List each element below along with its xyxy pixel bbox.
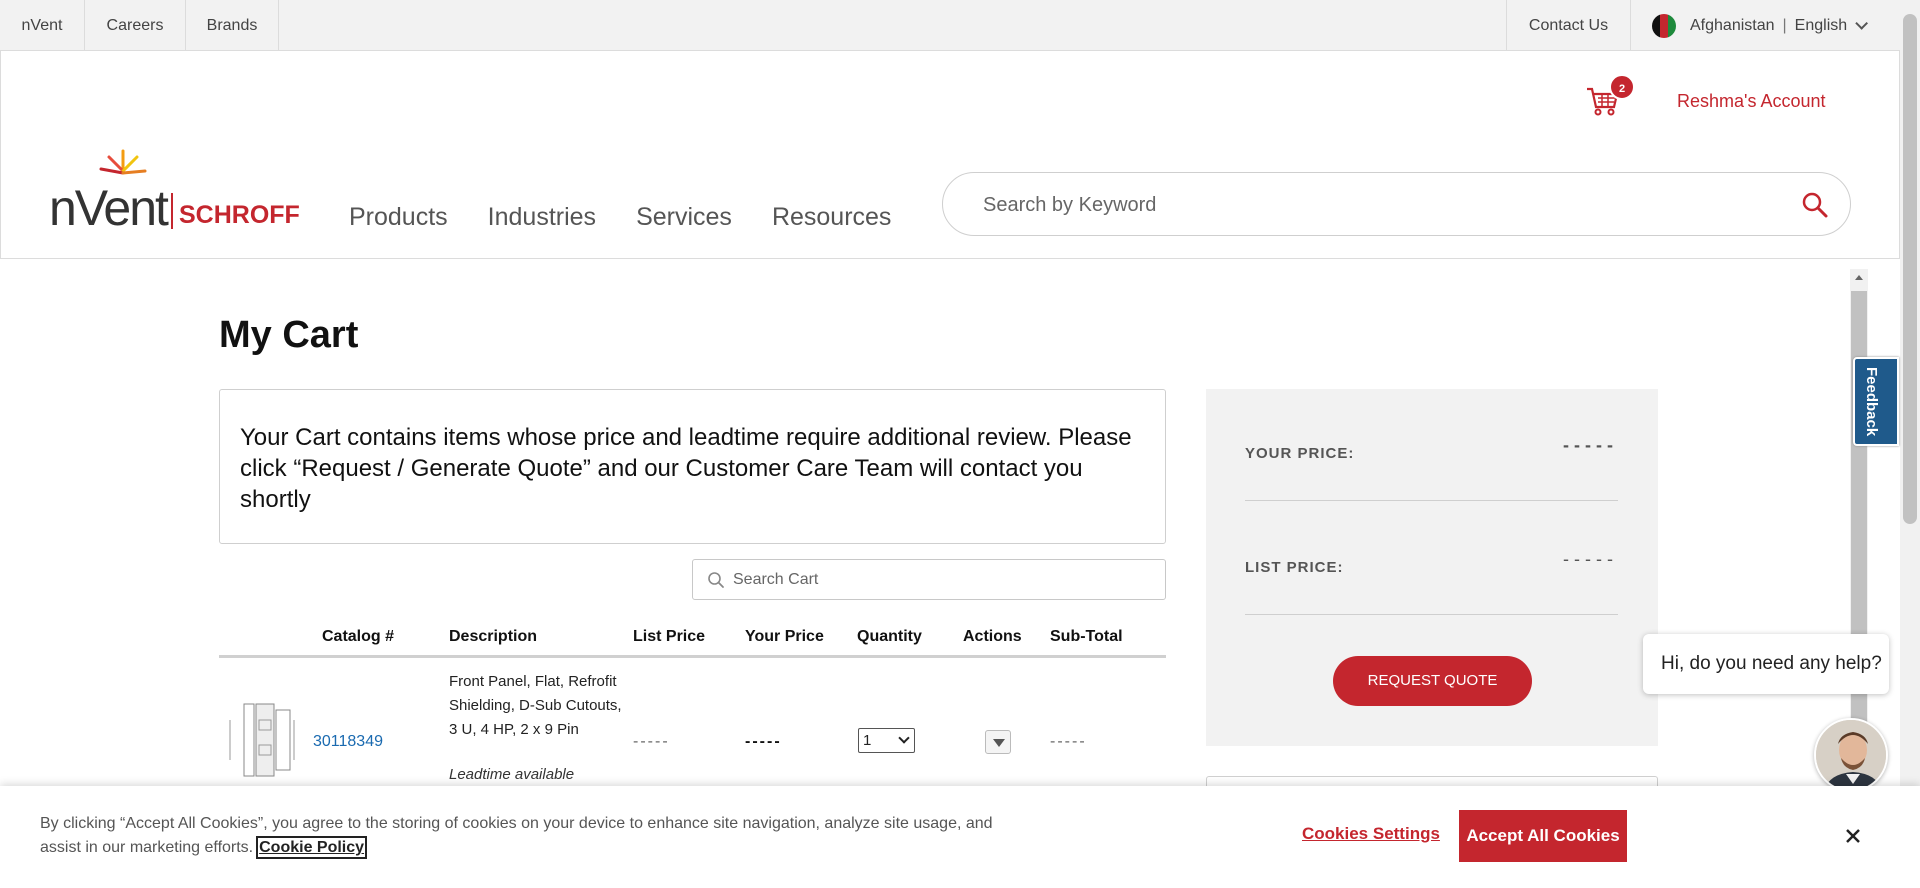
topbar-link-nvent[interactable]: nVent [0, 0, 85, 51]
col-description: Description [449, 628, 538, 645]
cart-table-header: Catalog # Description List Price Your Pr… [219, 614, 1166, 658]
search-icon [708, 572, 724, 588]
logo-sub-text: SCHROFF [179, 201, 300, 229]
list-price-label: LIST PRICE: [1245, 559, 1344, 576]
country-label: Afghanistan [1690, 16, 1775, 34]
request-quote-button[interactable]: REQUEST QUOTE [1333, 656, 1532, 706]
cookies-settings-button[interactable]: Cookies Settings [1302, 824, 1440, 844]
table-row: 30118349 Front Panel, Flat, Refrofit Shi… [219, 660, 1166, 790]
afghanistan-flag-icon [1652, 13, 1676, 38]
language-label: English [1794, 16, 1848, 34]
divider [1245, 500, 1618, 501]
content-scrollbar[interactable] [1850, 269, 1868, 789]
actions-dropdown-button[interactable] [985, 730, 1011, 754]
scroll-up-icon[interactable] [1855, 275, 1863, 280]
utility-bar: nVent Careers Brands Contact Us Afghanis… [0, 0, 1900, 51]
cart-review-notice: Your Cart contains items whose price and… [219, 389, 1166, 544]
cookie-banner: By clicking “Accept All Cookies”, you ag… [0, 786, 1920, 888]
col-catalog: Catalog # [322, 628, 395, 645]
chevron-down-icon [1855, 17, 1869, 30]
quantity-select[interactable]: 1 [858, 728, 915, 753]
topbar-link-brands[interactable]: Brands [186, 0, 279, 51]
chat-bubble[interactable]: Hi, do you need any help? [1643, 634, 1889, 694]
account-link[interactable]: Reshma's Account [1677, 91, 1826, 112]
cart-search [692, 559, 1166, 600]
cookie-message: By clicking “Accept All Cookies”, you ag… [40, 815, 993, 856]
cart-search-input[interactable] [733, 569, 1153, 591]
item-description: Front Panel, Flat, Refrofit Shielding, D… [449, 673, 622, 738]
feedback-label: Feedback [1863, 367, 1880, 437]
cookie-text: By clicking “Accept All Cookies”, you ag… [40, 812, 1030, 860]
scrollbar-thumb[interactable] [1903, 14, 1917, 524]
catalog-link[interactable]: 30118349 [313, 733, 383, 751]
your-price-label: YOUR PRICE: [1245, 445, 1355, 462]
nvent-schroff-logo[interactable]: nVent SCHROFF [49, 149, 300, 239]
cookie-policy-link[interactable]: Cookie Policy [256, 836, 368, 859]
chevron-down-icon [898, 732, 910, 744]
product-thumbnail[interactable] [226, 700, 306, 780]
item-subtotal: ----- [1050, 733, 1087, 750]
divider [1245, 614, 1618, 615]
page-scrollbar[interactable] [1900, 0, 1920, 888]
chat-agent-avatar[interactable] [1814, 718, 1888, 792]
cart-count-badge: 2 [1609, 74, 1635, 100]
site-header: 2 Reshma's Account nVent SCHROFF Product… [0, 51, 1900, 259]
logo-divider [171, 193, 173, 229]
close-icon[interactable] [1843, 826, 1863, 846]
item-leadtime: Leadtime available [449, 766, 575, 783]
item-your-price: ----- [745, 733, 782, 750]
your-price-value: ----- [1563, 435, 1618, 455]
list-price-value: ----- [1563, 549, 1618, 569]
locale-separator: | [1782, 16, 1787, 34]
feedback-tab[interactable]: Feedback [1853, 357, 1899, 446]
page-title: My Cart [219, 314, 359, 356]
locale-selector[interactable]: Afghanistan | English [1632, 0, 1900, 51]
item-list-price: ----- [633, 733, 670, 750]
col-your-price: Your Price [745, 628, 824, 645]
order-summary: YOUR PRICE: ----- LIST PRICE: ----- REQU… [1206, 389, 1658, 746]
col-actions: Actions [963, 628, 1022, 645]
col-list-price: List Price [633, 628, 706, 645]
quantity-value: 1 [863, 732, 872, 749]
agent-portrait-icon [1816, 720, 1886, 790]
main-nav: Products Industries Services Resources [349, 203, 891, 232]
logo-brand-text: nVent [49, 180, 169, 236]
nav-services[interactable]: Services [636, 203, 732, 232]
topbar-link-contact[interactable]: Contact Us [1506, 0, 1631, 51]
search-input[interactable] [983, 191, 1763, 219]
col-quantity: Quantity [857, 628, 922, 645]
col-subtotal: Sub-Total [1050, 628, 1123, 645]
nav-products[interactable]: Products [349, 203, 448, 232]
site-search [942, 172, 1851, 236]
nav-industries[interactable]: Industries [488, 203, 596, 232]
accept-all-cookies-button[interactable]: Accept All Cookies [1459, 810, 1627, 862]
nav-resources[interactable]: Resources [772, 203, 892, 232]
topbar-link-careers[interactable]: Careers [85, 0, 186, 51]
caret-down-icon [993, 739, 1005, 747]
search-icon[interactable] [1799, 189, 1831, 221]
